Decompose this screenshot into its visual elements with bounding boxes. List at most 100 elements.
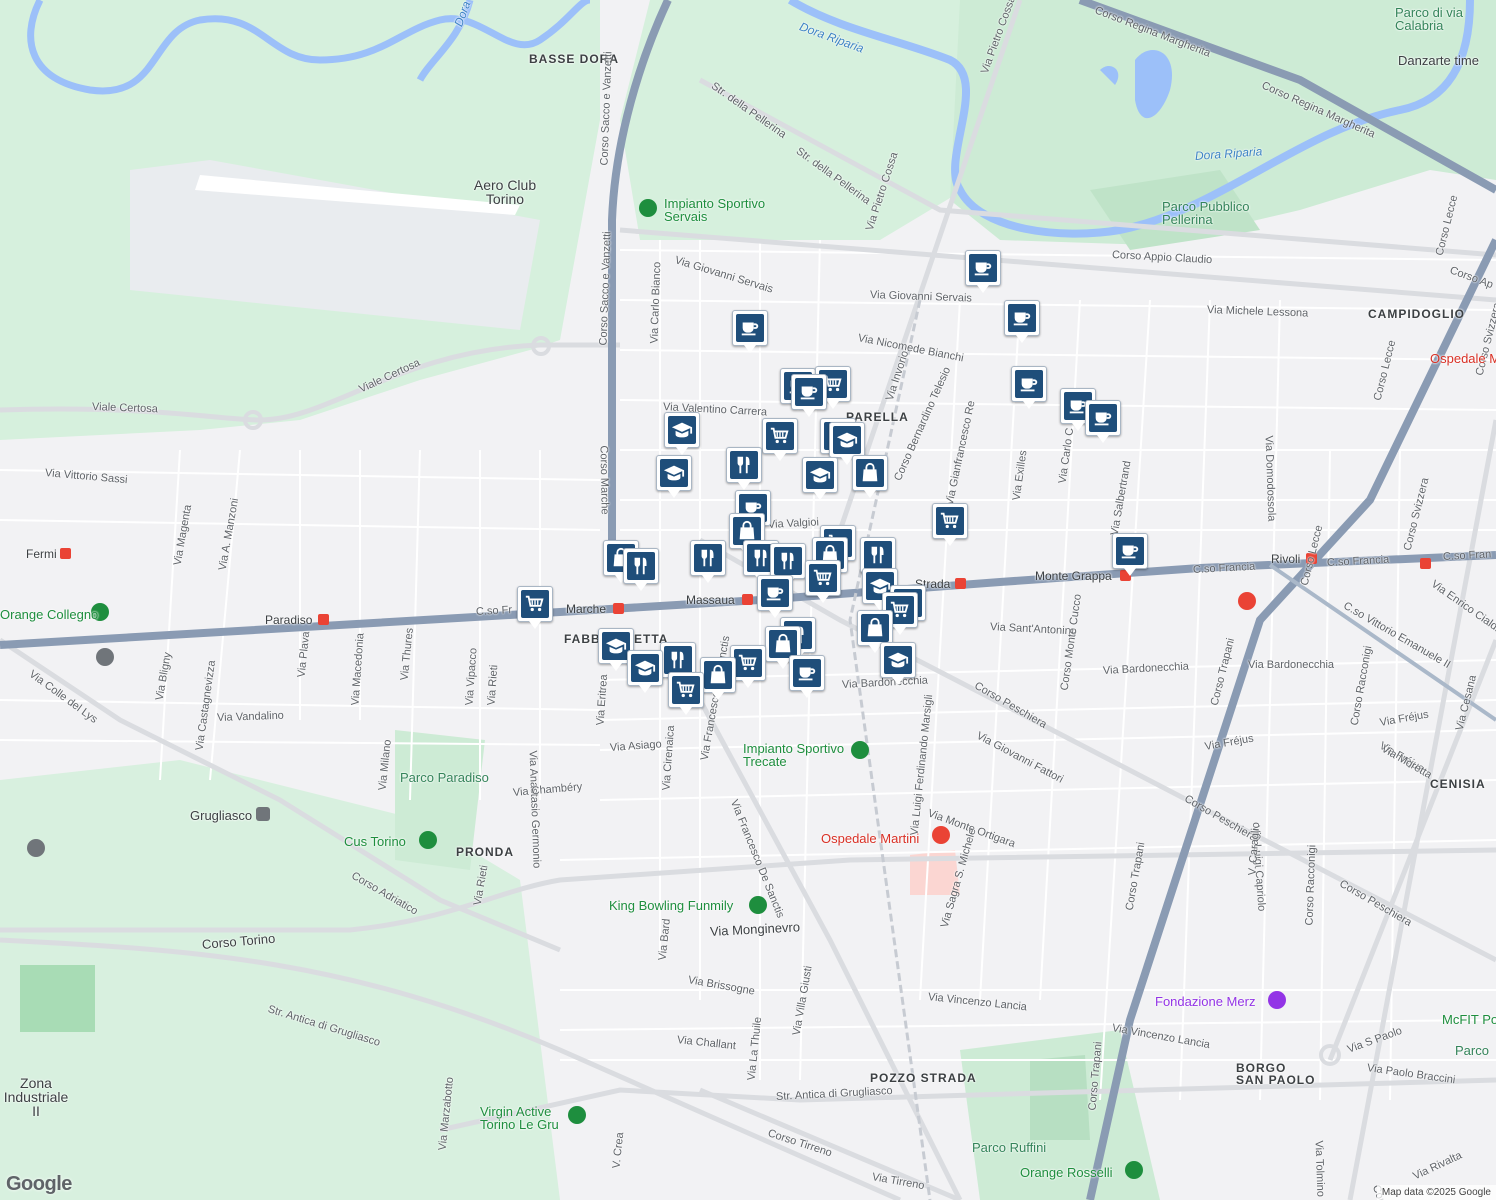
cafe-icon: [974, 262, 992, 276]
map-label: McFIT Po: [1442, 1012, 1496, 1027]
map-attribution: Map data ©2025 Google: [1376, 1185, 1496, 1200]
restaurant-icon: [730, 451, 758, 479]
grocery-cart-icon: [525, 595, 544, 612]
grocery-marker[interactable]: [932, 503, 968, 546]
grocery-icon: [809, 564, 837, 592]
grocery-cart-icon: [813, 569, 832, 586]
map-label: Ospedale Martini: [821, 831, 920, 846]
restaurant-icon: [781, 552, 794, 570]
shopping-marker[interactable]: [857, 610, 893, 653]
restaurant-marker[interactable]: [623, 548, 659, 591]
cafe-marker[interactable]: [965, 250, 1001, 293]
map-label: CENISIA: [1430, 777, 1486, 791]
map-label: Fondazione Merz: [1155, 994, 1256, 1009]
cafe-icon: [1089, 404, 1117, 432]
school-marker[interactable]: [664, 412, 700, 455]
map-label: Rivoli: [1271, 552, 1301, 566]
restaurant-marker[interactable]: [770, 543, 806, 586]
cafe-marker[interactable]: [1085, 400, 1121, 443]
shopping-icon: [856, 459, 884, 487]
shopping-marker[interactable]: [852, 455, 888, 498]
school-marker[interactable]: [656, 455, 692, 498]
school-icon: [634, 660, 656, 676]
grocery-icon: [766, 422, 794, 450]
map-label: Cus Torino: [344, 834, 406, 849]
map-label: Fermi: [26, 547, 57, 561]
restaurant-icon: [871, 546, 884, 564]
cafe-icon: [1008, 304, 1036, 332]
shopping-icon: [861, 614, 889, 642]
map-label: Via Tolmino: [1312, 1140, 1327, 1198]
map-label: Impianto Sportivo Trecate: [743, 741, 845, 769]
restaurant-icon: [701, 549, 714, 567]
cafe-marker[interactable]: [789, 655, 825, 698]
map-label: PRONDA: [456, 845, 515, 859]
restaurant-icon: [671, 651, 684, 669]
cafe-icon: [1121, 545, 1139, 559]
cafe-marker[interactable]: [757, 575, 793, 618]
cafe-icon: [1116, 537, 1144, 565]
cafe-marker[interactable]: [1112, 533, 1148, 576]
map-base-layer: [0, 0, 1496, 1200]
shopping-bag-icon: [862, 462, 878, 482]
cafe-icon: [741, 322, 759, 336]
cafe-icon: [1020, 378, 1038, 392]
grocery-marker[interactable]: [762, 418, 798, 461]
school-icon: [884, 646, 912, 674]
map-label: Zona Industriale II: [3, 1075, 69, 1119]
cafe-icon: [1094, 412, 1112, 426]
school-icon: [663, 465, 685, 481]
map-label: Parco Ruffini: [972, 1140, 1047, 1155]
restaurant-icon: [737, 456, 750, 474]
cafe-icon: [800, 386, 818, 400]
map-label: Via Bardonecchia: [1248, 659, 1335, 671]
map-label: Massaua: [686, 593, 735, 607]
restaurant-icon: [694, 544, 722, 572]
grocery-icon: [734, 649, 762, 677]
shopping-icon: [769, 630, 797, 658]
map-label: King Bowling Funmily: [609, 898, 734, 913]
grocery-marker[interactable]: [805, 560, 841, 603]
map-label: Grugliasco: [190, 808, 253, 823]
cafe-marker[interactable]: [791, 374, 827, 417]
cafe-marker[interactable]: [732, 310, 768, 353]
map-label: Danzarte time: [1398, 53, 1479, 68]
school-marker[interactable]: [802, 457, 838, 500]
map-label: Parco Pubblico Pellerina: [1162, 199, 1250, 227]
map-label: Impianto Sportivo Servais: [664, 196, 766, 224]
shopping-bag-icon: [739, 520, 755, 540]
restaurant-icon: [634, 557, 647, 575]
map-label: C.so Fr: [475, 604, 513, 618]
map-label: Ospedale M: [1430, 351, 1496, 366]
school-icon: [605, 638, 627, 654]
grocery-marker[interactable]: [668, 672, 704, 715]
map-label: Monte Grappa: [1035, 569, 1112, 583]
school-icon: [631, 654, 659, 682]
grocery-icon: [672, 676, 700, 704]
map-label: Orange Rosselli: [1020, 1165, 1113, 1180]
grocery-marker[interactable]: [517, 586, 553, 629]
school-marker[interactable]: [627, 650, 663, 693]
cafe-icon: [1013, 312, 1031, 326]
school-icon: [671, 422, 693, 438]
map-label: Aero Club Torino: [473, 177, 537, 207]
map-label: CAMPIDOGLIO: [1368, 307, 1465, 321]
school-icon: [660, 459, 688, 487]
cafe-icon: [761, 579, 789, 607]
shopping-marker[interactable]: [700, 657, 736, 700]
map-label: Parco di via Calabria: [1395, 5, 1463, 33]
grocery-cart-icon: [738, 654, 757, 671]
restaurant-marker[interactable]: [726, 447, 762, 490]
school-marker[interactable]: [829, 422, 865, 465]
cafe-marker[interactable]: [1004, 300, 1040, 343]
school-icon: [806, 461, 834, 489]
grocery-cart-icon: [940, 512, 959, 529]
restaurant-marker[interactable]: [690, 540, 726, 583]
school-marker[interactable]: [880, 642, 916, 685]
grocery-icon: [521, 590, 549, 618]
grocery-icon: [936, 507, 964, 535]
map-canvas[interactable]: BASSE DORA Aero Club Torino Impianto Sport…: [0, 0, 1496, 1200]
cafe-marker[interactable]: [1011, 366, 1047, 409]
map-label: POZZO STRADA: [870, 1071, 977, 1085]
school-icon: [887, 652, 909, 668]
